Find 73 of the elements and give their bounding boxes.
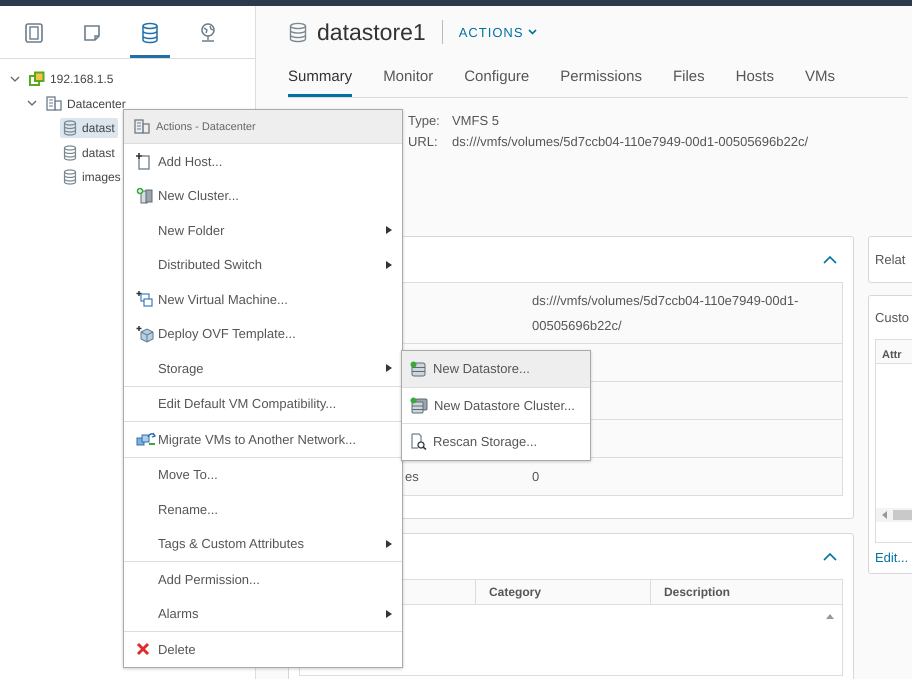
host-icon xyxy=(29,71,45,88)
menu-item[interactable]: Add Permission... xyxy=(124,562,402,596)
menu-item[interactable]: Delete xyxy=(124,632,402,666)
migrate-icon xyxy=(136,431,156,448)
tree-item[interactable]: datast xyxy=(60,142,118,163)
magnifier-page-icon xyxy=(410,433,427,450)
menu-item[interactable]: New Cluster... xyxy=(124,178,402,213)
menu-item[interactable]: Distributed Switch xyxy=(124,248,402,282)
row-label: es xyxy=(405,469,419,484)
add-windows-icon xyxy=(136,290,154,308)
add-database-icon xyxy=(410,360,427,377)
tab[interactable]: Hosts xyxy=(736,58,774,97)
tab[interactable]: Configure xyxy=(464,58,530,97)
building-icon xyxy=(134,119,150,134)
building-icon xyxy=(46,96,62,112)
column-header[interactable]: Description xyxy=(651,580,842,604)
property-label: Type: xyxy=(408,112,441,130)
object-title: datastore1 xyxy=(317,18,426,46)
database-icon xyxy=(289,22,307,42)
submenu-arrow-icon xyxy=(386,610,392,618)
menu-item[interactable]: Deploy OVF Template... xyxy=(124,316,402,351)
tab[interactable]: Permissions xyxy=(560,58,642,97)
tab[interactable]: Files xyxy=(672,58,705,97)
tab[interactable]: Summary xyxy=(288,58,352,97)
card-title: Relat xyxy=(875,252,906,267)
menu-item[interactable]: Tags & Custom Attributes xyxy=(124,526,402,562)
scroll-up-icon[interactable] xyxy=(826,613,834,619)
submenu-arrow-icon xyxy=(386,540,392,548)
menu-item[interactable]: New Datastore... xyxy=(402,351,590,386)
menu-item[interactable]: Alarms xyxy=(124,596,402,632)
database-icon xyxy=(63,144,77,161)
collapse-icon[interactable] xyxy=(823,255,837,264)
menu-item[interactable]: Rescan Storage... xyxy=(402,424,590,460)
menu-header: Actions - Datacenter xyxy=(156,120,256,132)
property-label: URL: xyxy=(408,133,439,151)
submenu-arrow-icon xyxy=(386,364,392,372)
server-icon xyxy=(24,22,44,44)
row-value: 0 xyxy=(532,469,540,484)
add-cube-icon xyxy=(136,324,154,343)
property-value: ds:///vmfs/volumes/5d7ccb04-110e7949-00d1-00505696b22c/ xyxy=(452,133,808,151)
tree-item[interactable]: Datacenter xyxy=(43,94,129,114)
database-icon xyxy=(141,22,159,44)
menu-item[interactable]: New Virtual Machine... xyxy=(124,282,402,316)
database-icon xyxy=(63,120,77,136)
tree-item[interactable]: 192.168.1.5 xyxy=(26,69,116,90)
collapse-icon[interactable] xyxy=(823,552,837,561)
caret-icon[interactable] xyxy=(10,76,20,83)
actions-button[interactable]: ACTIONS xyxy=(458,24,536,40)
caret-icon xyxy=(528,29,536,35)
server-stack-icon xyxy=(136,186,154,205)
tree-item[interactable]: datast xyxy=(60,118,118,138)
delete-icon xyxy=(136,642,150,656)
column-header[interactable]: Category xyxy=(476,580,651,604)
add-page-icon xyxy=(136,152,150,170)
tab[interactable]: VMs xyxy=(804,58,835,97)
tab[interactable]: Monitor xyxy=(383,58,434,97)
menu-item[interactable]: Add Host... xyxy=(124,144,402,178)
submenu-arrow-icon xyxy=(386,226,392,234)
menu-item[interactable]: New Folder xyxy=(124,213,402,248)
menu-item[interactable]: Move To... xyxy=(124,458,402,492)
menu-item[interactable]: New Datastore Cluster... xyxy=(402,388,590,423)
submenu-arrow-icon xyxy=(386,260,392,269)
database-icon xyxy=(63,169,77,186)
menu-item[interactable]: Rename... xyxy=(124,492,402,526)
row-value: ds:///vmfs/volumes/5d7ccb04-110e7949-00d1-00505696b22c/ xyxy=(532,293,798,333)
caret-icon[interactable] xyxy=(27,100,37,108)
database-stack-icon xyxy=(410,396,428,414)
page-icon xyxy=(82,23,102,43)
scroll-left-icon[interactable] xyxy=(882,511,887,519)
card-title: Custo xyxy=(875,310,909,325)
property-value: VMFS 5 xyxy=(452,112,499,130)
tree-item[interactable]: images xyxy=(60,167,124,188)
edit-link[interactable]: Edit... xyxy=(875,550,908,565)
